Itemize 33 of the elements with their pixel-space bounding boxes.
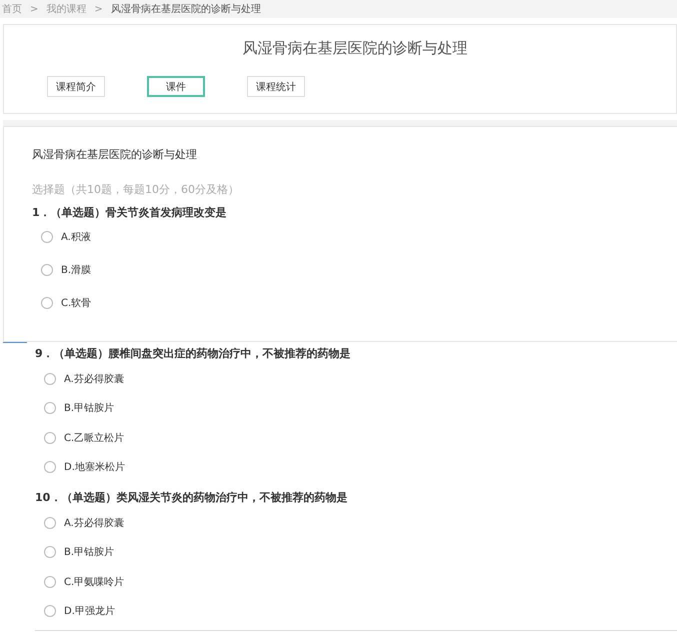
option-label[interactable]: A.芬必得胶囊 xyxy=(64,372,124,386)
radio-button[interactable] xyxy=(41,230,53,242)
option-label[interactable]: C.乙哌立松片 xyxy=(64,430,124,445)
option-label[interactable]: C.软骨 xyxy=(61,296,92,310)
question-text: 1．（单选题）骨关节炎首发病理改变是 xyxy=(32,205,228,220)
option-label[interactable]: A.芬必得胶囊 xyxy=(64,516,124,530)
breadcrumb-separator: > xyxy=(94,4,103,14)
section-heading: 选择题（共10题，每题10分，60分及格） xyxy=(32,182,240,197)
course-tab[interactable]: 课程统计 xyxy=(247,76,305,97)
option-label[interactable]: B.甲钴胺片 xyxy=(64,401,114,416)
radio-button[interactable] xyxy=(44,546,56,558)
radio-button[interactable] xyxy=(44,372,56,385)
option-label[interactable]: A.积液 xyxy=(61,230,91,244)
course-tab[interactable]: 课件 xyxy=(147,76,205,97)
breadcrumb-separator: > xyxy=(30,4,38,14)
radio-button[interactable] xyxy=(41,296,53,308)
option-label[interactable]: D.地塞米松片 xyxy=(64,460,125,474)
radio-button[interactable] xyxy=(41,264,53,276)
option-label[interactable]: D.甲强龙片 xyxy=(64,604,115,618)
course-tab[interactable]: 课程简介 xyxy=(47,76,105,97)
radio-button[interactable] xyxy=(44,605,56,618)
radio-button[interactable] xyxy=(44,576,56,588)
quiz-title: 风湿骨病在基层医院的诊断与处理 xyxy=(32,147,198,162)
option-label[interactable]: B.滑膜 xyxy=(61,262,92,276)
course-title: 风湿骨病在基层医院的诊断与处理 xyxy=(242,39,468,58)
radio-button[interactable] xyxy=(44,402,56,414)
radio-button[interactable] xyxy=(44,432,56,444)
radio-button[interactable] xyxy=(44,516,56,529)
question-text: 10．（单选题）类风湿关节炎的药物治疗中，不被推荐的药物是 xyxy=(35,490,348,506)
option-label[interactable]: C.甲氨喋呤片 xyxy=(64,574,124,589)
option-label[interactable]: B.甲钴胺片 xyxy=(64,545,114,560)
radio-button[interactable] xyxy=(44,461,56,474)
question-text: 9．（单选题）腰椎间盘突出症的药物治疗中，不被推荐的药物是 xyxy=(35,346,352,362)
